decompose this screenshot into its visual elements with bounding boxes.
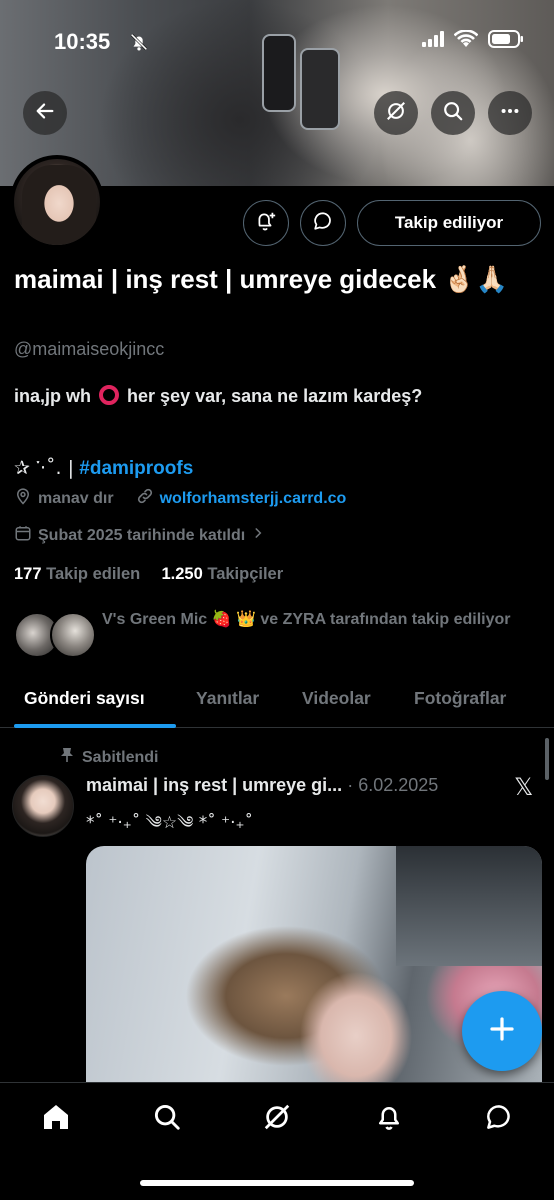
wifi-icon bbox=[453, 29, 479, 53]
nav-grok-button[interactable] bbox=[259, 1101, 295, 1137]
bio-line-1: ina,jp wh her şey var, sana ne lazım kar… bbox=[14, 385, 422, 407]
calendar-icon bbox=[14, 524, 32, 547]
profile-tabs: Gönderi sayısı Yanıtlar Videolar Fotoğra… bbox=[0, 672, 554, 728]
message-button[interactable] bbox=[300, 200, 346, 246]
bio-text-start: ina,jp wh bbox=[14, 386, 92, 406]
post-author-avatar[interactable] bbox=[12, 775, 74, 837]
followers-label: Takipçiler bbox=[207, 565, 284, 583]
post-date[interactable]: · 6.02.2025 bbox=[347, 775, 438, 795]
bio-symbols: ✰ ་‧˚. | bbox=[14, 457, 74, 479]
search-button[interactable] bbox=[431, 91, 475, 135]
message-icon bbox=[312, 210, 334, 237]
post-text: *˚ ⁺‧₊˚ ༄☆༄ *˚ ⁺‧₊˚ bbox=[86, 813, 254, 833]
grok-button[interactable] bbox=[374, 91, 418, 135]
red-circle-emoji bbox=[99, 385, 120, 405]
profile-meta-row: manav dır wolforhamsterjj.carrd.co bbox=[14, 487, 346, 510]
tab-replies[interactable]: Yanıtlar bbox=[196, 688, 259, 709]
signal-icon bbox=[422, 31, 444, 52]
back-arrow-icon bbox=[34, 100, 56, 127]
status-time: 10:35 bbox=[54, 29, 111, 54]
following-count-link[interactable]: 177 Takip edilen bbox=[14, 565, 140, 583]
profile-avatar[interactable] bbox=[10, 155, 104, 249]
post-author-name[interactable]: maimai | inş rest | umreye gi... bbox=[86, 775, 342, 795]
home-icon bbox=[40, 1101, 72, 1138]
joined-text: Şubat 2025 tarihinde katıldı bbox=[38, 526, 246, 544]
status-bar: 10:35 bbox=[0, 0, 554, 80]
link-icon bbox=[136, 487, 154, 510]
avatar-image bbox=[22, 165, 96, 245]
followers-count-link[interactable]: 1.250 Takipçiler bbox=[161, 565, 283, 583]
tab-posts[interactable]: Gönderi sayısı bbox=[24, 688, 145, 709]
display-name: maimai | inş rest | umreye gidecek 🤞🏻🙏🏻 bbox=[14, 264, 509, 294]
followers-count: 1.250 bbox=[161, 565, 203, 583]
bell-plus-icon bbox=[255, 210, 277, 237]
follow-counts: 177 Takip edilen 1.250 Takipçiler bbox=[14, 565, 283, 584]
status-icons bbox=[422, 29, 524, 53]
silent-bell-icon bbox=[128, 31, 150, 58]
pinned-label-row: Sabitlendi bbox=[60, 747, 158, 768]
tab-videos[interactable]: Videolar bbox=[302, 688, 371, 709]
chevron-right-icon bbox=[251, 526, 265, 545]
grok-icon bbox=[385, 100, 407, 127]
plus-icon bbox=[487, 1014, 517, 1049]
message-icon bbox=[484, 1102, 514, 1137]
hashtag-link[interactable]: #damiproofs bbox=[79, 458, 193, 479]
mutual-avatar bbox=[50, 612, 96, 658]
bell-icon bbox=[374, 1102, 404, 1137]
tab-photos[interactable]: Fotoğraflar bbox=[414, 688, 506, 709]
pin-icon bbox=[60, 747, 74, 768]
joined-row[interactable]: Şubat 2025 tarihinde katıldı bbox=[14, 524, 265, 547]
mutual-followers-avatars[interactable] bbox=[14, 612, 96, 658]
active-tab-indicator bbox=[14, 724, 176, 728]
grok-icon bbox=[262, 1102, 292, 1137]
nav-notifications-button[interactable] bbox=[371, 1101, 407, 1137]
more-button[interactable] bbox=[488, 91, 532, 135]
scrollbar[interactable] bbox=[545, 738, 549, 780]
battery-icon bbox=[488, 30, 524, 53]
nav-home-button[interactable] bbox=[38, 1101, 74, 1137]
nav-messages-button[interactable] bbox=[481, 1101, 517, 1137]
bio-text-end: her şey var, sana ne lazım kardeş? bbox=[127, 386, 423, 406]
followed-by-text[interactable]: V's Green Mic 🍓 👑 ve ZYRA tarafından tak… bbox=[102, 606, 542, 633]
post-header: maimai | inş rest | umreye gi... · 6.02.… bbox=[86, 775, 438, 796]
following-label: Takip edilen bbox=[46, 565, 141, 583]
location-text: manav dır bbox=[38, 489, 114, 507]
following-count: 177 bbox=[14, 565, 42, 583]
notify-button[interactable] bbox=[243, 200, 289, 246]
media-background-shape bbox=[396, 846, 542, 966]
nav-search-button[interactable] bbox=[149, 1101, 185, 1137]
search-icon bbox=[442, 100, 464, 127]
home-indicator[interactable] bbox=[140, 1180, 414, 1186]
location-icon bbox=[14, 487, 32, 510]
pinned-text: Sabitlendi bbox=[82, 748, 159, 766]
following-button[interactable]: Takip ediliyor bbox=[357, 200, 541, 246]
search-icon bbox=[152, 1102, 182, 1137]
back-button[interactable] bbox=[23, 91, 67, 135]
more-icon bbox=[499, 100, 521, 127]
x-logo-icon: 𝕏 bbox=[514, 773, 534, 801]
user-handle: @maimaiseokjincc bbox=[14, 339, 165, 359]
compose-button[interactable] bbox=[462, 991, 542, 1071]
website-link[interactable]: wolforhamsterjj.carrd.co bbox=[160, 490, 347, 508]
